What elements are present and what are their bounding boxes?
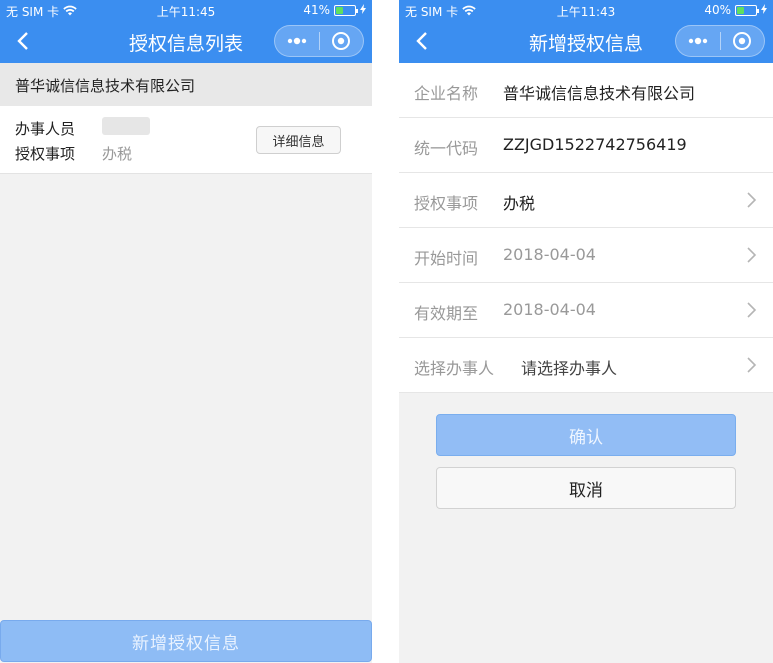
agent-select-placeholder: 请选择办事人 bbox=[521, 359, 618, 378]
battery-icon bbox=[735, 4, 759, 16]
status-bar: 无 SIM 卡 上午11:45 41% bbox=[0, 0, 372, 20]
matter-label: 授权事项 bbox=[414, 194, 479, 213]
matter-row[interactable]: 授权事项 办税 bbox=[399, 173, 773, 228]
charging-icon bbox=[360, 3, 366, 17]
mini-program-capsule bbox=[274, 25, 364, 57]
agent-value-redacted bbox=[102, 117, 150, 135]
company-header: 普华诚信信息技术有限公司 bbox=[0, 63, 372, 106]
nav-bar: 授权信息列表 bbox=[0, 20, 372, 63]
cancel-button[interactable]: 取消 bbox=[436, 467, 736, 509]
expire-date-label: 有效期至 bbox=[414, 304, 479, 323]
nav-bar: 新增授权信息 bbox=[399, 20, 773, 63]
more-icon[interactable] bbox=[676, 26, 720, 56]
expire-date-value: 2018-04-04 bbox=[503, 300, 596, 319]
code-value: ZZJGD1522742756419 bbox=[503, 135, 687, 154]
company-label: 企业名称 bbox=[414, 84, 479, 103]
status-bar: 无 SIM 卡 上午11:43 40% bbox=[399, 0, 773, 20]
company-row: 企业名称 普华诚信信息技术有限公司 bbox=[399, 63, 773, 118]
chevron-right-icon bbox=[747, 192, 757, 208]
company-value: 普华诚信信息技术有限公司 bbox=[503, 84, 696, 103]
more-icon[interactable] bbox=[275, 26, 319, 56]
code-row: 统一代码 ZZJGD1522742756419 bbox=[399, 118, 773, 173]
start-date-value: 2018-04-04 bbox=[503, 245, 596, 264]
home-circle-icon[interactable] bbox=[320, 26, 363, 56]
expire-date-row[interactable]: 有效期至 2018-04-04 bbox=[399, 283, 773, 338]
matter-value: 办税 bbox=[503, 194, 536, 213]
chevron-right-icon bbox=[747, 302, 757, 318]
agent-select-row[interactable]: 选择办事人 请选择办事人 bbox=[399, 338, 773, 393]
mini-program-capsule bbox=[675, 25, 765, 57]
matter-value: 办税 bbox=[102, 145, 133, 163]
charging-icon bbox=[761, 3, 767, 17]
code-label: 统一代码 bbox=[414, 139, 479, 158]
matter-label: 授权事项 bbox=[15, 145, 76, 163]
start-date-label: 开始时间 bbox=[414, 249, 479, 268]
left-screen: 无 SIM 卡 上午11:45 41% 授权信息列表 普华诚信信息技术有限公司 … bbox=[0, 0, 372, 663]
authorization-form: 企业名称 普华诚信信息技术有限公司 统一代码 ZZJGD152274275641… bbox=[399, 63, 773, 393]
detail-button[interactable]: 详细信息 bbox=[256, 126, 341, 154]
agent-select-label: 选择办事人 bbox=[414, 359, 495, 378]
home-circle-icon[interactable] bbox=[721, 26, 764, 56]
add-authorization-button[interactable]: 新增授权信息 bbox=[0, 620, 372, 662]
chevron-right-icon bbox=[747, 247, 757, 263]
list-item: 办事人员 授权事项 办税 详细信息 bbox=[0, 106, 372, 174]
chevron-right-icon bbox=[747, 357, 757, 373]
battery-icon bbox=[334, 4, 358, 16]
confirm-button[interactable]: 确认 bbox=[436, 414, 736, 456]
battery-percent: 40% bbox=[704, 3, 731, 17]
agent-label: 办事人员 bbox=[15, 120, 76, 138]
start-date-row[interactable]: 开始时间 2018-04-04 bbox=[399, 228, 773, 283]
right-screen: 无 SIM 卡 上午11:43 40% 新增授权信息 企业名称 普华诚信信息技术… bbox=[399, 0, 773, 663]
battery-percent: 41% bbox=[303, 3, 330, 17]
